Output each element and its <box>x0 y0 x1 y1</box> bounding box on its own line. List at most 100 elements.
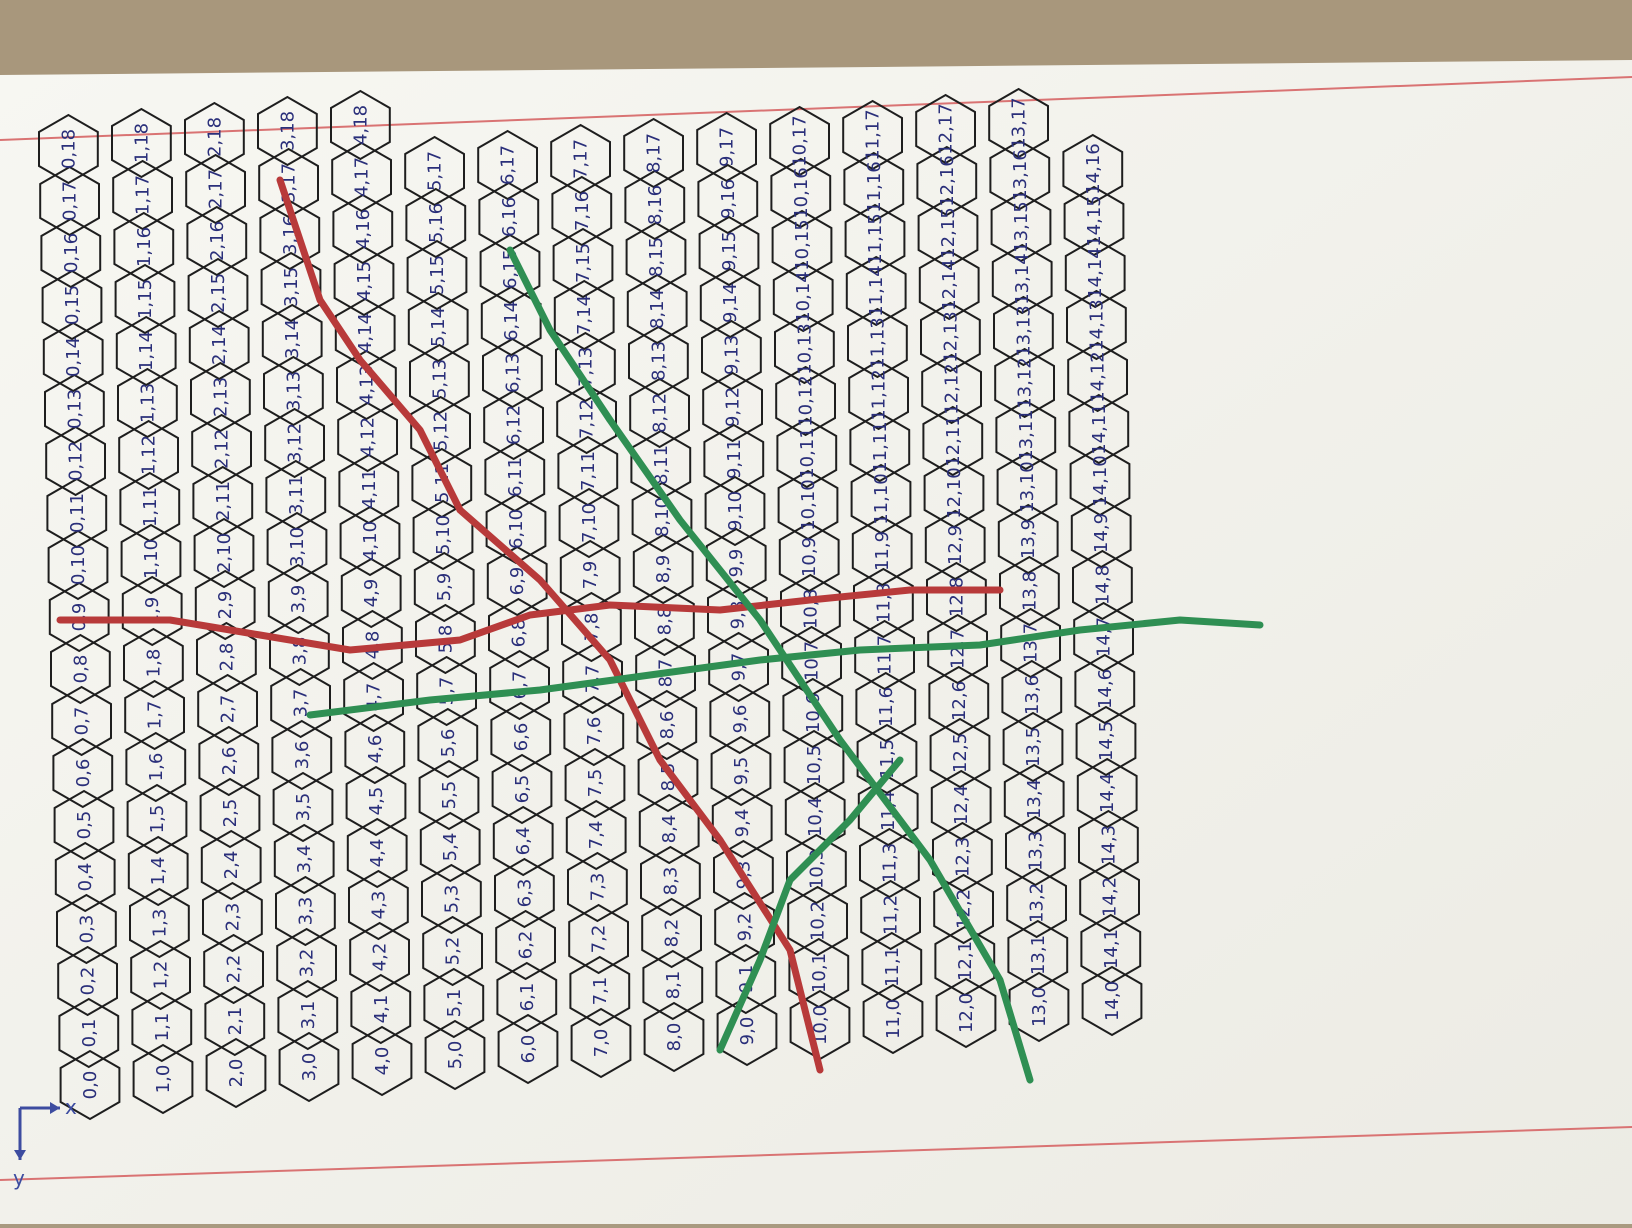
cell-label: 6,13 <box>502 353 523 393</box>
cell-label: 3,4 <box>294 845 315 874</box>
cell-label: 10,9 <box>799 537 820 577</box>
y-axis-label: y <box>13 1166 25 1190</box>
cell-label: 4,5 <box>366 787 387 816</box>
cell-label: 4,3 <box>368 891 389 920</box>
cell-label: 3,6 <box>292 741 313 770</box>
cell-label: 6,11 <box>505 457 526 497</box>
cell-label: 8,3 <box>660 867 681 896</box>
cell-label: 1,14 <box>136 331 157 371</box>
cell-label: 5,2 <box>443 937 464 966</box>
cell-label: 6,6 <box>511 723 532 752</box>
cell-label: 0,4 <box>75 863 96 892</box>
cell-label: 0,2 <box>78 967 99 996</box>
cell-label: 13,8 <box>1019 571 1040 611</box>
cell-label: 11,12 <box>869 369 890 421</box>
cell-label: 14,10 <box>1090 455 1111 507</box>
cell-label: 11,6 <box>876 687 897 727</box>
cell-label: 13,4 <box>1024 779 1045 819</box>
cell-label: 1,13 <box>137 383 158 423</box>
cell-label: 8,14 <box>647 289 668 329</box>
cell-label: 0,3 <box>76 915 97 944</box>
cell-label: 3,2 <box>297 949 318 978</box>
cell-label: 10,17 <box>790 115 811 167</box>
cell-label: 11,0 <box>883 999 904 1039</box>
cell-label: 12,4 <box>951 785 972 825</box>
cell-label: 14,15 <box>1084 195 1105 247</box>
cell-label: 7,0 <box>591 1029 612 1058</box>
cell-label: 7,16 <box>572 191 593 231</box>
cell-label: 11,3 <box>879 843 900 883</box>
cell-label: 5,13 <box>429 359 450 399</box>
cell-label: 14,13 <box>1086 299 1107 351</box>
cell-label: 4,17 <box>352 157 373 197</box>
cell-label: 14,2 <box>1100 877 1121 917</box>
cell-label: 7,6 <box>584 717 605 746</box>
cell-label: 2,17 <box>206 169 227 209</box>
cell-label: 3,13 <box>283 371 304 411</box>
cell-label: 2,8 <box>216 643 237 672</box>
cell-label: 12,15 <box>938 207 959 259</box>
cell-label: 0,5 <box>74 811 95 840</box>
cell-label: 1,11 <box>140 487 161 527</box>
cell-label: 1,17 <box>133 175 154 215</box>
cell-label: 4,18 <box>350 105 371 145</box>
cell-label: 7,10 <box>579 503 600 543</box>
cell-label: 5,6 <box>438 729 459 758</box>
cell-label: 1,18 <box>131 123 152 163</box>
cell-label: 13,2 <box>1027 883 1048 923</box>
cell-label: 7,12 <box>577 399 598 439</box>
cell-label: 9,14 <box>720 283 741 323</box>
cell-label: 7,17 <box>571 139 592 179</box>
cell-label: 12,5 <box>950 733 971 773</box>
cell-label: 0,14 <box>63 337 84 377</box>
cell-label: 8,6 <box>657 711 678 740</box>
cell-label: 11,10 <box>871 473 892 525</box>
cell-label: 14,0 <box>1102 981 1123 1021</box>
cell-label: 0,8 <box>70 655 91 684</box>
cell-label: 0,12 <box>66 441 87 481</box>
cell-label: 2,16 <box>207 221 228 261</box>
cell-label: 3,11 <box>286 475 307 515</box>
cell-label: 9,10 <box>725 491 746 531</box>
cell-label: 0,7 <box>72 707 93 736</box>
cell-label: 3,1 <box>298 1001 319 1030</box>
cell-label: 14,16 <box>1083 143 1104 195</box>
cell-label: 10,14 <box>793 271 814 323</box>
cell-label: 1,10 <box>141 539 162 579</box>
cell-label: 1,1 <box>152 1013 173 1042</box>
cell-label: 8,17 <box>644 133 665 173</box>
cell-label: 13,1 <box>1028 935 1049 975</box>
cell-label: 0,16 <box>61 233 82 273</box>
cell-label: 8,0 <box>664 1023 685 1052</box>
cell-label: 12,8 <box>946 577 967 617</box>
cell-label: 1,8 <box>143 649 164 678</box>
cell-label: 13,13 <box>1013 305 1034 357</box>
cell-label: 7,15 <box>573 243 594 283</box>
cell-label: 2,10 <box>214 533 235 573</box>
cell-label: 10,4 <box>805 797 826 837</box>
cell-label: 11,1 <box>882 947 903 987</box>
cell-label: 11,17 <box>863 109 884 161</box>
cell-label: 3,12 <box>285 423 306 463</box>
cell-label: 13,3 <box>1025 831 1046 871</box>
cell-label: 11,9 <box>872 531 893 571</box>
notebook-photo: 0,0 0,1 0,2 0,3 0,4 0,5 0,6 0,7 0,8 0,9 0,10 0,11 0,… <box>0 0 1632 1224</box>
cell-label: 6,0 <box>518 1035 539 1064</box>
cell-label: 6,4 <box>513 827 534 856</box>
cell-label: 3,3 <box>295 897 316 926</box>
cell-label: 5,0 <box>445 1041 466 1070</box>
cell-label: 4,15 <box>354 261 375 301</box>
cell-label: 2,6 <box>219 747 240 776</box>
cell-label: 4,10 <box>360 521 381 561</box>
cell-label: 13,11 <box>1016 409 1037 461</box>
cell-label: 2,3 <box>222 903 243 932</box>
cell-label: 8,16 <box>645 185 666 225</box>
cell-label: 2,13 <box>210 377 231 417</box>
cell-label: 4,12 <box>358 417 379 457</box>
cell-label: 1,6 <box>146 753 167 782</box>
cell-label: 6,5 <box>512 775 533 804</box>
cell-label: 13,12 <box>1015 357 1036 409</box>
cell-label: 8,13 <box>648 341 669 381</box>
cell-label: 7,2 <box>589 925 610 954</box>
cell-label: 6,16 <box>499 197 520 237</box>
